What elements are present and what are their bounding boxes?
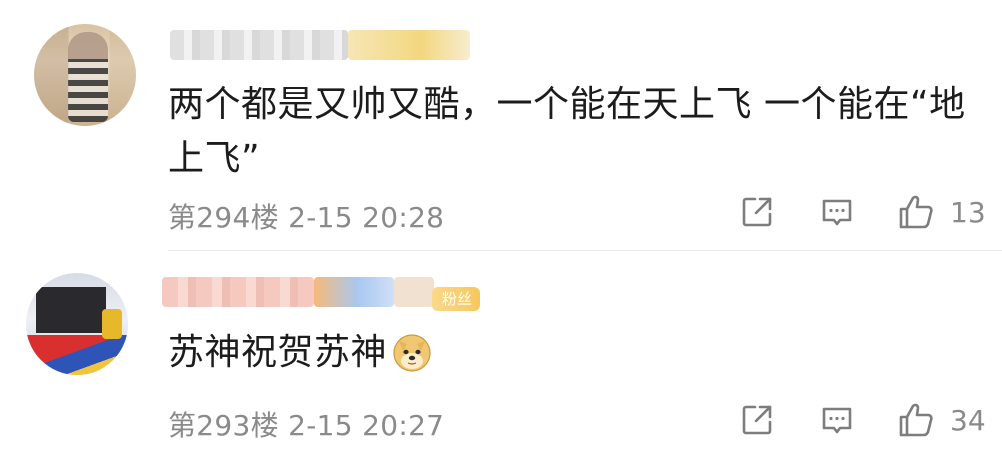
comment-text: 苏神祝贺苏神 [168,326,968,380]
share-button[interactable] [738,400,776,440]
comment-item: 粉丝 苏神祝贺苏神 第293楼 2-15 20:27 34 [0,0,1002,442]
user-badge-redacted [314,277,394,307]
avatar[interactable] [26,273,128,375]
like-count: 34 [950,403,986,437]
doge-emoji-icon [393,334,431,372]
user-badge-redacted [394,277,434,307]
username-redacted[interactable] [162,277,314,307]
reply-button[interactable] [818,400,856,440]
fan-badge[interactable]: 粉丝 [432,287,481,311]
thumbs-up-icon [899,403,933,437]
reply-icon [822,407,852,434]
comment-actions: 34 [0,400,1002,440]
comment-divider [168,250,1002,251]
share-icon [742,405,772,435]
like-button[interactable]: 34 [896,400,986,440]
